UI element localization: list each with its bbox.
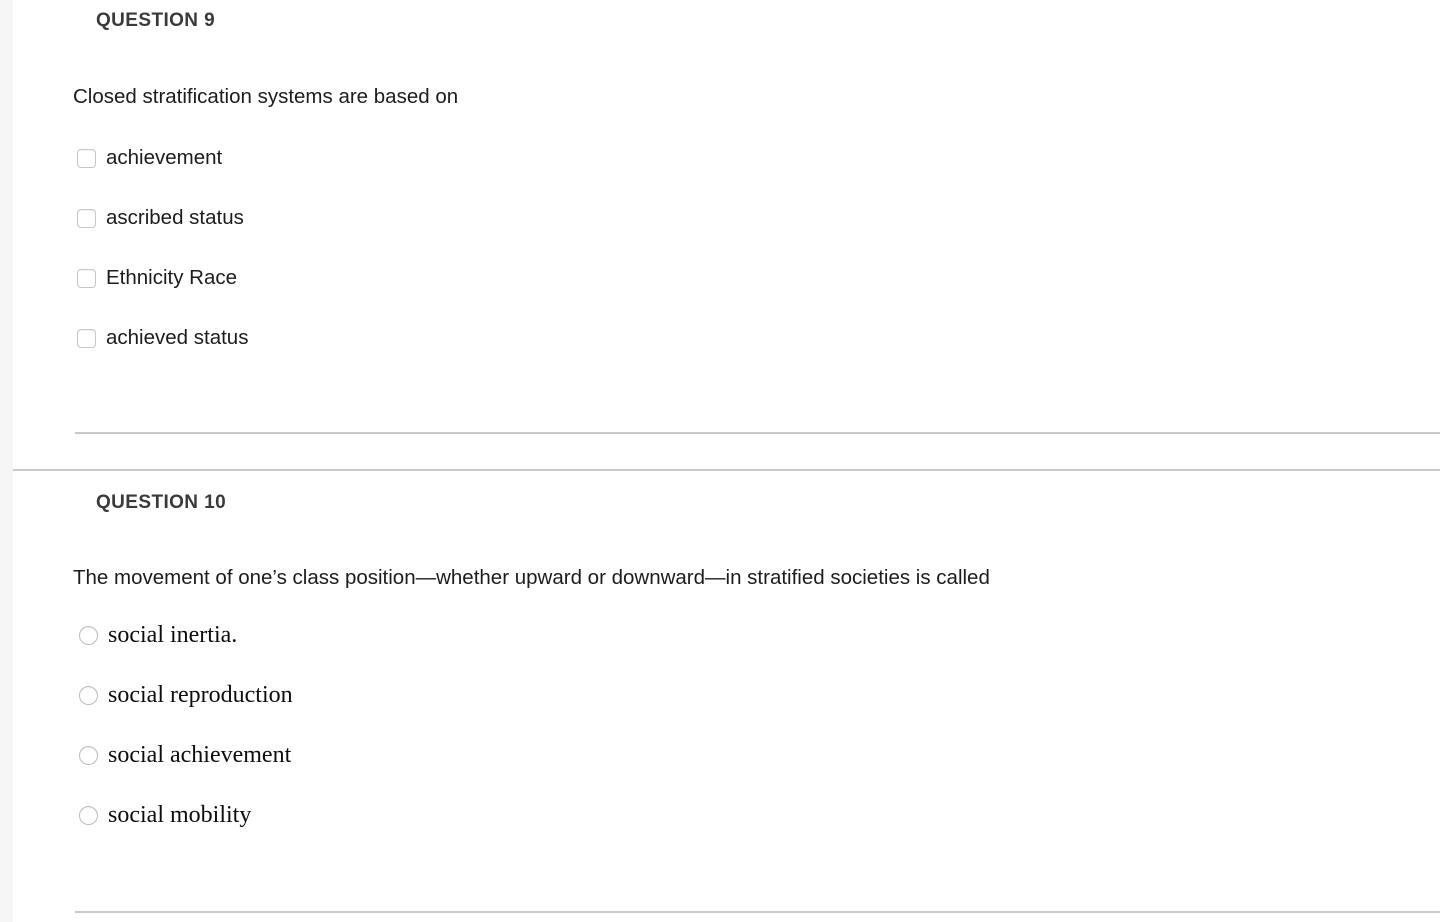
radio-button-icon[interactable] <box>79 745 98 765</box>
answer-option-row[interactable]: ascribed status <box>77 201 248 235</box>
question-10-heading: QUESTION 10 <box>96 492 227 513</box>
question-9-prompt: Closed stratification systems are based … <box>73 85 459 108</box>
question-section-separator <box>13 469 1440 471</box>
page-left-gutter <box>0 0 13 922</box>
answer-option-row[interactable]: achieved status <box>77 321 248 355</box>
radio-button-icon[interactable] <box>79 685 98 705</box>
answer-option-label: achieved status <box>106 326 249 349</box>
answer-option-row[interactable]: social achievement <box>79 742 293 768</box>
answer-option-row[interactable]: social reproduction <box>79 682 293 708</box>
answer-option-label: social reproduction <box>108 681 293 708</box>
question-10-prompt: The movement of one’s class position—whe… <box>73 566 990 589</box>
question-10-options: social inertia. social reproduction soci… <box>79 622 293 862</box>
answer-option-label: Ethnicity Race <box>106 266 238 289</box>
answer-option-row[interactable]: Ethnicity Race <box>77 261 248 295</box>
quiz-page: QUESTION 9 Closed stratification systems… <box>0 0 1440 922</box>
radio-button-icon[interactable] <box>79 625 98 645</box>
answer-option-row[interactable]: social mobility <box>79 802 293 828</box>
question-9-options: achievement ascribed status Ethnicity Ra… <box>77 141 248 381</box>
question-9-heading: QUESTION 9 <box>96 10 216 31</box>
answer-option-label: ascribed status <box>106 206 244 229</box>
answer-option-label: social achievement <box>108 741 292 768</box>
answer-option-row[interactable]: achievement <box>77 141 248 175</box>
radio-button-icon[interactable] <box>79 805 98 825</box>
answer-option-label: achievement <box>106 146 223 169</box>
question-10-bottom-divider <box>75 911 1440 913</box>
checkbox-icon[interactable] <box>77 268 96 288</box>
question-9-bottom-divider <box>75 432 1440 434</box>
answer-option-label: social mobility <box>108 801 252 828</box>
checkbox-icon[interactable] <box>77 328 96 348</box>
checkbox-icon[interactable] <box>77 148 96 168</box>
answer-option-label: social inertia. <box>108 621 238 648</box>
answer-option-row[interactable]: social inertia. <box>79 622 293 648</box>
checkbox-icon[interactable] <box>77 208 96 228</box>
